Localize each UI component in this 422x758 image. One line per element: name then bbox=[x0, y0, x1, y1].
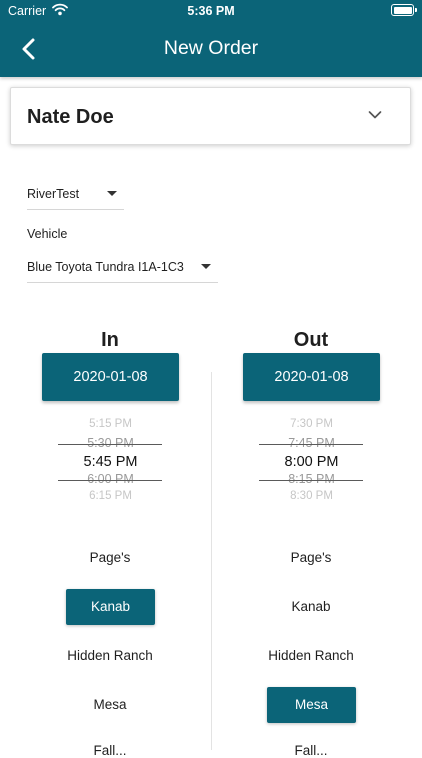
out-title: Out bbox=[293, 329, 329, 351]
status-bar: Carrier 5:36 PM bbox=[0, 0, 422, 22]
in-date-button[interactable]: 2020-01-08 bbox=[42, 353, 179, 401]
out-location-selected[interactable]: Mesa bbox=[267, 687, 356, 723]
status-time: 5:36 PM bbox=[187, 4, 235, 18]
in-time-option[interactable]: 6:15 PM bbox=[42, 490, 179, 502]
app-header: Carrier 5:36 PM New Order bbox=[0, 0, 422, 77]
in-location-option[interactable]: Mesa bbox=[30, 697, 190, 712]
in-time-picker[interactable]: 5:15 PM 5:30 PM 5:45 PM 6:00 PM 6:15 PM bbox=[42, 416, 179, 508]
in-time-option[interactable]: 6:00 PM bbox=[42, 472, 179, 486]
in-location-selected[interactable]: Kanab bbox=[66, 589, 155, 625]
column-divider bbox=[211, 372, 212, 750]
out-time-option[interactable]: 7:30 PM bbox=[243, 418, 380, 430]
out-location-option[interactable]: Hidden Ranch bbox=[231, 648, 391, 663]
out-location-option[interactable]: Fall... bbox=[231, 743, 391, 758]
out-time-option[interactable]: 7:45 PM bbox=[243, 436, 380, 450]
picker-selection-line bbox=[259, 480, 363, 481]
customer-selector[interactable]: Nate Doe bbox=[10, 87, 411, 145]
in-time-selected[interactable]: 5:45 PM bbox=[42, 454, 179, 470]
picker-selection-line bbox=[259, 444, 363, 445]
out-location-option[interactable]: Page's bbox=[231, 550, 391, 565]
in-location-option[interactable]: Page's bbox=[30, 550, 190, 565]
page-title: New Order bbox=[163, 37, 259, 59]
in-location-option[interactable]: Fall... bbox=[30, 743, 190, 758]
account-value: RiverTest bbox=[27, 187, 80, 201]
dropdown-arrow-icon bbox=[201, 264, 211, 269]
out-location-option[interactable]: Kanab bbox=[231, 599, 391, 614]
chevron-down-icon[interactable] bbox=[368, 110, 382, 120]
out-time-option[interactable]: 8:30 PM bbox=[243, 490, 380, 502]
out-time-picker[interactable]: 7:30 PM 7:45 PM 8:00 PM 8:15 PM 8:30 PM bbox=[243, 416, 380, 508]
dropdown-arrow-icon bbox=[107, 191, 117, 196]
in-title: In bbox=[101, 329, 119, 351]
account-dropdown[interactable]: RiverTest bbox=[27, 183, 124, 210]
customer-name: Nate Doe bbox=[27, 106, 114, 128]
vehicle-value: Blue Toyota Tundra I1A-1C3 bbox=[27, 260, 184, 274]
vehicle-label: Vehicle bbox=[27, 227, 68, 241]
vehicle-dropdown[interactable]: Blue Toyota Tundra I1A-1C3 bbox=[27, 256, 218, 283]
picker-selection-line bbox=[58, 480, 162, 481]
picker-selection-line bbox=[58, 444, 162, 445]
in-time-option[interactable]: 5:15 PM bbox=[42, 418, 179, 430]
out-time-selected[interactable]: 8:00 PM bbox=[243, 454, 380, 470]
battery-icon bbox=[391, 4, 417, 16]
out-time-option[interactable]: 8:15 PM bbox=[243, 472, 380, 486]
in-time-option[interactable]: 5:30 PM bbox=[42, 436, 179, 450]
in-location-option[interactable]: Hidden Ranch bbox=[30, 648, 190, 663]
out-date-button[interactable]: 2020-01-08 bbox=[243, 353, 380, 401]
